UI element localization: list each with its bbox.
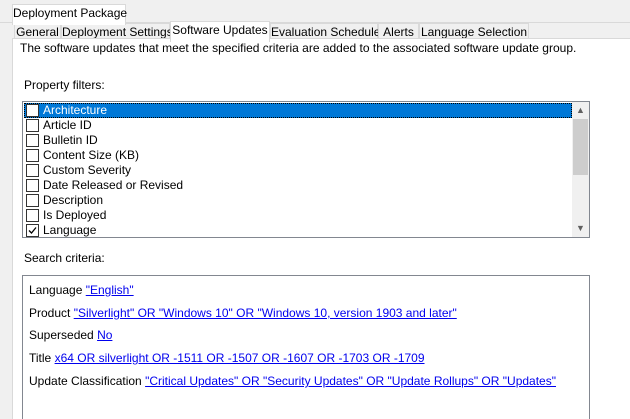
scroll-up-arrow-icon[interactable]: ▲ <box>572 102 589 119</box>
criteria-value-link[interactable]: "Silverlight" OR "Windows 10" OR "Window… <box>74 306 457 320</box>
checkbox-checked[interactable] <box>26 224 39 237</box>
scroll-down-arrow-icon[interactable]: ▼ <box>572 220 589 237</box>
list-item[interactable]: Description <box>24 193 572 208</box>
vertical-scrollbar[interactable]: ▲ ▼ <box>572 102 589 237</box>
scrollbar-thumb[interactable] <box>573 119 588 175</box>
checkbox[interactable] <box>26 209 39 222</box>
list-item-label: Date Released or Revised <box>43 178 184 192</box>
search-criteria-box: Language "English" Product "Silverlight"… <box>22 275 590 419</box>
criteria-value-link[interactable]: No <box>97 328 112 342</box>
checkbox[interactable] <box>26 119 39 132</box>
criteria-row-language: Language "English" <box>29 283 134 297</box>
property-filters-list[interactable]: Architecture Article ID Bulletin ID Cont… <box>22 101 590 238</box>
criteria-name: Superseded <box>29 328 94 342</box>
description-text: The software updates that meet the speci… <box>20 41 577 55</box>
list-item[interactable]: Article ID <box>24 118 572 133</box>
criteria-value-link[interactable]: x64 OR silverlight OR -1511 OR -1507 OR … <box>55 351 425 365</box>
search-criteria-label: Search criteria: <box>24 251 105 265</box>
list-item-label: Language <box>43 223 97 237</box>
list-item-label: Content Size (KB) <box>43 148 140 162</box>
checkmark-icon <box>28 227 37 234</box>
criteria-name: Update Classification <box>29 374 142 388</box>
checkbox[interactable] <box>26 149 39 162</box>
criteria-value-link[interactable]: "English" <box>86 283 134 297</box>
criteria-name: Language <box>29 283 83 297</box>
checkbox[interactable] <box>26 179 39 192</box>
criteria-row-update-classification: Update Classification "Critical Updates"… <box>29 374 556 388</box>
checkbox[interactable] <box>26 164 39 177</box>
criteria-row-superseded: Superseded No <box>29 328 112 342</box>
tab-deployment-package[interactable]: Deployment Package <box>12 4 127 25</box>
criteria-row-title: Title x64 OR silverlight OR -1511 OR -15… <box>29 351 425 365</box>
criteria-value-link[interactable]: "Critical Updates" OR "Security Updates"… <box>145 374 556 388</box>
checkbox[interactable] <box>26 104 39 117</box>
list-item-label: Article ID <box>43 118 92 132</box>
list-item[interactable]: Architecture <box>24 103 572 118</box>
list-item-label: Bulletin ID <box>43 133 98 147</box>
list-item-label: Is Deployed <box>43 208 107 222</box>
list-item[interactable]: Date Released or Revised <box>24 178 572 193</box>
criteria-name: Product <box>29 306 71 320</box>
checkbox[interactable] <box>26 134 39 147</box>
criteria-row-product: Product "Silverlight" OR "Windows 10" OR… <box>29 306 457 320</box>
list-item[interactable]: Custom Severity <box>24 163 572 178</box>
list-item[interactable]: Content Size (KB) <box>24 148 572 163</box>
list-item-label: Custom Severity <box>43 163 132 177</box>
checkbox[interactable] <box>26 194 39 207</box>
list-item[interactable]: Language <box>24 223 572 237</box>
tab-software-updates[interactable]: Software Updates <box>170 21 270 42</box>
list-item[interactable]: Bulletin ID <box>24 133 572 148</box>
list-item-label: Architecture <box>43 103 108 117</box>
criteria-name: Title <box>29 351 52 365</box>
list-item-label: Description <box>43 193 104 207</box>
list-item[interactable]: Is Deployed <box>24 208 572 223</box>
property-filters-label: Property filters: <box>24 78 105 92</box>
